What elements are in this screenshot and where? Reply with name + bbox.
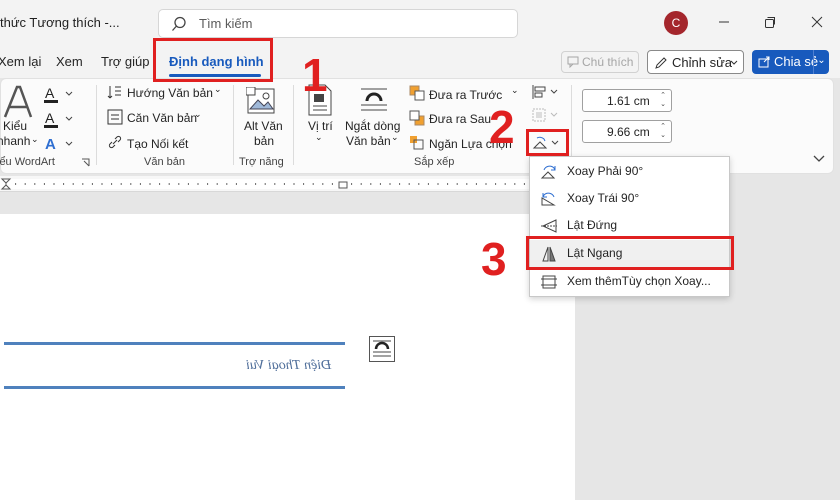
- share-label: Chia sẻ: [774, 54, 819, 69]
- step1-number: 1: [302, 49, 328, 101]
- position-label: Vị trí: [308, 119, 333, 133]
- alt-text-label-1: Alt Văn: [244, 119, 283, 133]
- tab-review[interactable]: Xem lại: [0, 54, 41, 69]
- shape-height-field[interactable]: 1.61 cm ⌃ ⌄: [582, 89, 672, 112]
- rotate-right-90-item[interactable]: Xoay Phải 90°: [530, 158, 729, 185]
- rotate-left-90-item[interactable]: Xoay Trái 90°: [530, 185, 729, 212]
- collapse-ribbon-icon[interactable]: [813, 155, 825, 163]
- shape-width-field[interactable]: 9.66 cm ⌃ ⌄: [582, 120, 672, 143]
- tab-help[interactable]: Trợ giúp: [101, 54, 150, 69]
- text-outline-icon[interactable]: A: [43, 110, 73, 128]
- wordart-text[interactable]: Điện Thoại Vui: [246, 358, 331, 374]
- minimize-icon[interactable]: [712, 10, 736, 34]
- menu-item-label: Lật Đứng: [567, 218, 618, 232]
- comment-label: Chú thích: [582, 55, 634, 69]
- search-placeholder: Tìm kiếm: [199, 16, 253, 31]
- quick-styles-label-1: Kiểu: [3, 119, 28, 133]
- align-text-icon: [107, 109, 123, 125]
- step2-number: 2: [489, 101, 515, 153]
- step3-highlight: [526, 236, 734, 270]
- chevron-down-icon: ⌄: [315, 132, 323, 142]
- align-text-button[interactable]: Căn Văn bản: [127, 111, 197, 125]
- text-group-label: Văn bản: [144, 156, 185, 168]
- quick-styles-label-2: nhanh: [0, 134, 31, 148]
- chevron-down-icon: ⌄: [511, 85, 519, 95]
- wrap-text-label-2: Văn bản: [346, 134, 391, 148]
- group-separator: [96, 85, 97, 165]
- tab-view[interactable]: Xem: [56, 54, 83, 69]
- step1-highlight: [153, 38, 273, 82]
- bring-forward-icon: [409, 85, 425, 101]
- text-effects-icon[interactable]: A: [43, 134, 73, 152]
- svg-text:A: A: [45, 85, 55, 101]
- shape-height-value: 1.61 cm: [607, 94, 650, 108]
- close-icon[interactable]: [805, 10, 829, 34]
- text-direction-button[interactable]: Hướng Văn bản: [127, 86, 213, 100]
- editing-mode-label: Chỉnh sửa: [672, 55, 733, 70]
- flip-vertical-item[interactable]: Lật Đứng: [530, 212, 729, 239]
- rotate-menu: Xoay Phải 90° Xoay Trái 90° Lật Đứng Lật…: [529, 156, 730, 297]
- rotate-left-icon: [541, 192, 556, 206]
- menu-item-label: Xem thêmTùy chọn Xoay...: [567, 274, 711, 288]
- flip-vertical-icon: [541, 219, 557, 233]
- menu-item-label: Xoay Trái 90°: [567, 191, 640, 205]
- svg-text:A: A: [45, 136, 56, 152]
- share-button[interactable]: Chia sẻ ⌄: [752, 50, 829, 74]
- wordart-bottom-line: [4, 386, 345, 389]
- ruler-ticks: [0, 178, 573, 190]
- rotate-right-icon: [540, 165, 556, 179]
- text-fill-icon[interactable]: A: [43, 85, 73, 103]
- share-dropdown[interactable]: ⌄: [813, 50, 829, 74]
- create-link-icon: [108, 135, 122, 149]
- pencil-icon: [655, 57, 667, 69]
- create-link-button[interactable]: Tạo Nối kết: [127, 137, 188, 151]
- shape-width-value: 9.66 cm: [607, 125, 650, 139]
- comment-button[interactable]: Chú thích: [561, 51, 639, 73]
- document-title: thức Tương thích -...: [0, 15, 120, 30]
- avatar[interactable]: C: [664, 11, 688, 35]
- more-rotation-options-item[interactable]: Xem thêmTùy chọn Xoay...: [530, 268, 729, 295]
- alt-text-icon[interactable]: [246, 87, 276, 117]
- chevron-down-icon: ⌄: [391, 132, 399, 142]
- wrap-text-icon[interactable]: [359, 85, 389, 115]
- search-box[interactable]: Tìm kiếm: [158, 9, 518, 38]
- layout-options-icon[interactable]: [369, 336, 395, 362]
- wordart-group-label: iểu WordArt: [0, 156, 55, 168]
- editing-mode-button[interactable]: Chỉnh sửa: [647, 50, 744, 74]
- width-spinner[interactable]: ⌃ ⌄: [657, 122, 669, 141]
- chevron-down-icon: ⌄: [194, 109, 202, 119]
- selection-pane-icon: [410, 136, 424, 150]
- rotation-options-icon: [541, 275, 557, 289]
- horizontal-ruler[interactable]: [0, 176, 575, 192]
- search-icon: [172, 16, 186, 31]
- restore-icon[interactable]: [758, 10, 782, 34]
- chevron-down-icon: ⌄: [214, 84, 222, 94]
- title-bar: thức Tương thích -... Tìm kiếm C: [0, 0, 840, 46]
- align-objects-icon[interactable]: [531, 84, 559, 100]
- group-objects-icon[interactable]: [531, 107, 559, 123]
- group-separator: [571, 85, 572, 165]
- menu-item-label: Xoay Phải 90°: [567, 164, 644, 178]
- send-backward-button[interactable]: Đưa ra Sau: [429, 112, 491, 126]
- share-icon: [758, 56, 770, 68]
- step3-number: 3: [481, 233, 507, 285]
- bring-forward-button[interactable]: Đưa ra Trước: [429, 88, 502, 102]
- group-separator: [233, 85, 234, 165]
- step2-highlight: [526, 129, 569, 156]
- text-direction-icon: [107, 86, 121, 99]
- wordart-styles-icon[interactable]: [3, 85, 33, 119]
- accessibility-group-label: Trợ năng: [239, 156, 284, 168]
- height-spinner[interactable]: ⌃ ⌄: [657, 91, 669, 110]
- svg-text:A: A: [45, 110, 55, 126]
- group-separator: [293, 85, 294, 165]
- arrange-group-label: Sắp xếp: [414, 156, 455, 168]
- send-backward-icon: [409, 110, 425, 126]
- chevron-down-icon: ⌄: [31, 134, 39, 144]
- chevron-down-icon: [730, 60, 738, 65]
- alt-text-label-2: bản: [254, 134, 275, 148]
- wrap-text-label-1: Ngắt dòng: [345, 119, 401, 133]
- dialog-launcher-icon[interactable]: [81, 158, 90, 167]
- comment-icon: [567, 56, 579, 68]
- wordart-top-line: [4, 342, 345, 345]
